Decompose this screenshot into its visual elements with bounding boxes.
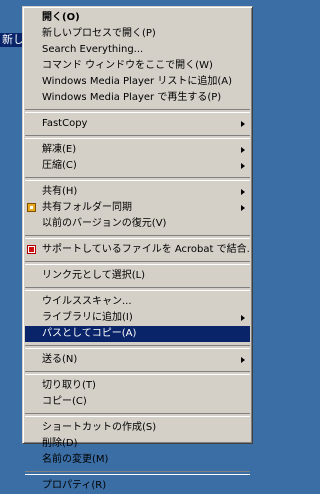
menu-item[interactable]: ウイルススキャン... (25, 294, 250, 310)
menu-separator (25, 287, 250, 291)
menu-item-label: Windows Media Player で再生する(P) (42, 92, 222, 103)
menu-item-label: 切り取り(T) (42, 380, 96, 391)
menu-item[interactable]: 共有フォルダー同期 (25, 200, 250, 216)
menu-item[interactable]: Windows Media Player リストに追加(A) (25, 74, 250, 90)
context-menu: 開く(O) 新しいプロセスで開く(P) Search Everything... コマ… (22, 6, 253, 491)
menu-item[interactable]: ショートカットの作成(S) (25, 420, 250, 436)
menu-item-label: 開く(O) (42, 12, 80, 23)
menu-item[interactable]: パスとしてコピー(A) (25, 326, 250, 342)
menu-item[interactable]: Search Everything... (25, 42, 250, 58)
menu-item[interactable]: Windows Media Player で再生する(P) (25, 90, 250, 106)
menu-separator (25, 371, 250, 375)
submenu-arrow-icon (241, 147, 245, 153)
menu-item-label: 新しいプロセスで開く(P) (42, 28, 156, 39)
menu-item[interactable]: 共有(H) (25, 184, 250, 200)
menu-item-label: Search Everything... (42, 44, 144, 55)
menu-item-label: FastCopy (42, 118, 88, 129)
submenu-arrow-icon (241, 121, 245, 127)
menu-separator (25, 413, 250, 417)
menu-separator (25, 345, 250, 349)
submenu-arrow-icon (241, 205, 245, 211)
menu-item[interactable]: 切り取り(T) (25, 378, 250, 394)
menu-item-label: ショートカットの作成(S) (42, 422, 157, 433)
shared-folder-sync-icon (27, 203, 36, 212)
menu-item[interactable]: FastCopy (25, 116, 250, 132)
menu-item[interactable]: サポートしているファイルを Acrobat で結合... (25, 242, 250, 258)
menu-item-label: 以前のバージョンの復元(V) (42, 218, 167, 229)
submenu-arrow-icon (241, 189, 245, 195)
menu-item-label: 名前の変更(M) (42, 454, 109, 465)
menu-item[interactable]: 送る(N) (25, 352, 250, 368)
menu-item-label: リンク元として選択(L) (42, 270, 146, 281)
menu-item-label: サポートしているファイルを Acrobat で結合... (42, 244, 250, 255)
menu-item[interactable]: コマンド ウィンドウをここで開く(W) (25, 58, 250, 74)
menu-item[interactable]: 名前の変更(M) (25, 452, 250, 468)
menu-item-label: 解凍(E) (42, 144, 77, 155)
menu-item[interactable]: 以前のバージョンの復元(V) (25, 216, 250, 232)
menu-separator (25, 109, 250, 113)
menu-item[interactable]: リンク元として選択(L) (25, 268, 250, 284)
menu-item-label: 共有(H) (42, 186, 78, 197)
menu-item[interactable]: コピー(C) (25, 394, 250, 410)
submenu-arrow-icon (241, 315, 245, 321)
menu-item-label: 共有フォルダー同期 (42, 202, 132, 213)
submenu-arrow-icon (241, 357, 245, 363)
menu-separator (25, 471, 250, 475)
menu-item-label: ウイルススキャン... (42, 296, 132, 307)
menu-item[interactable]: 新しいプロセスで開く(P) (25, 26, 250, 42)
menu-item-label: 削除(D) (42, 438, 78, 449)
menu-separator (25, 235, 250, 239)
menu-item[interactable]: 圧縮(C) (25, 158, 250, 174)
acrobat-icon (27, 245, 36, 254)
menu-separator (25, 177, 250, 181)
menu-item-label: プロパティ(R) (42, 480, 107, 491)
menu-separator (25, 135, 250, 139)
menu-item[interactable]: 開く(O) (25, 10, 250, 26)
menu-item-label: パスとしてコピー(A) (42, 328, 137, 339)
menu-item[interactable]: プロパティ(R) (25, 478, 250, 494)
menu-separator (25, 261, 250, 265)
menu-item[interactable]: ライブラリに追加(I) (25, 310, 250, 326)
menu-item-label: 圧縮(C) (42, 160, 77, 171)
menu-item-label: コピー(C) (42, 396, 87, 407)
menu-item-label: ライブラリに追加(I) (42, 312, 133, 323)
menu-item[interactable]: 解凍(E) (25, 142, 250, 158)
menu-item-label: Windows Media Player リストに追加(A) (42, 76, 232, 87)
menu-item-label: 送る(N) (42, 354, 78, 365)
menu-item-label: コマンド ウィンドウをここで開く(W) (42, 60, 213, 71)
submenu-arrow-icon (241, 163, 245, 169)
